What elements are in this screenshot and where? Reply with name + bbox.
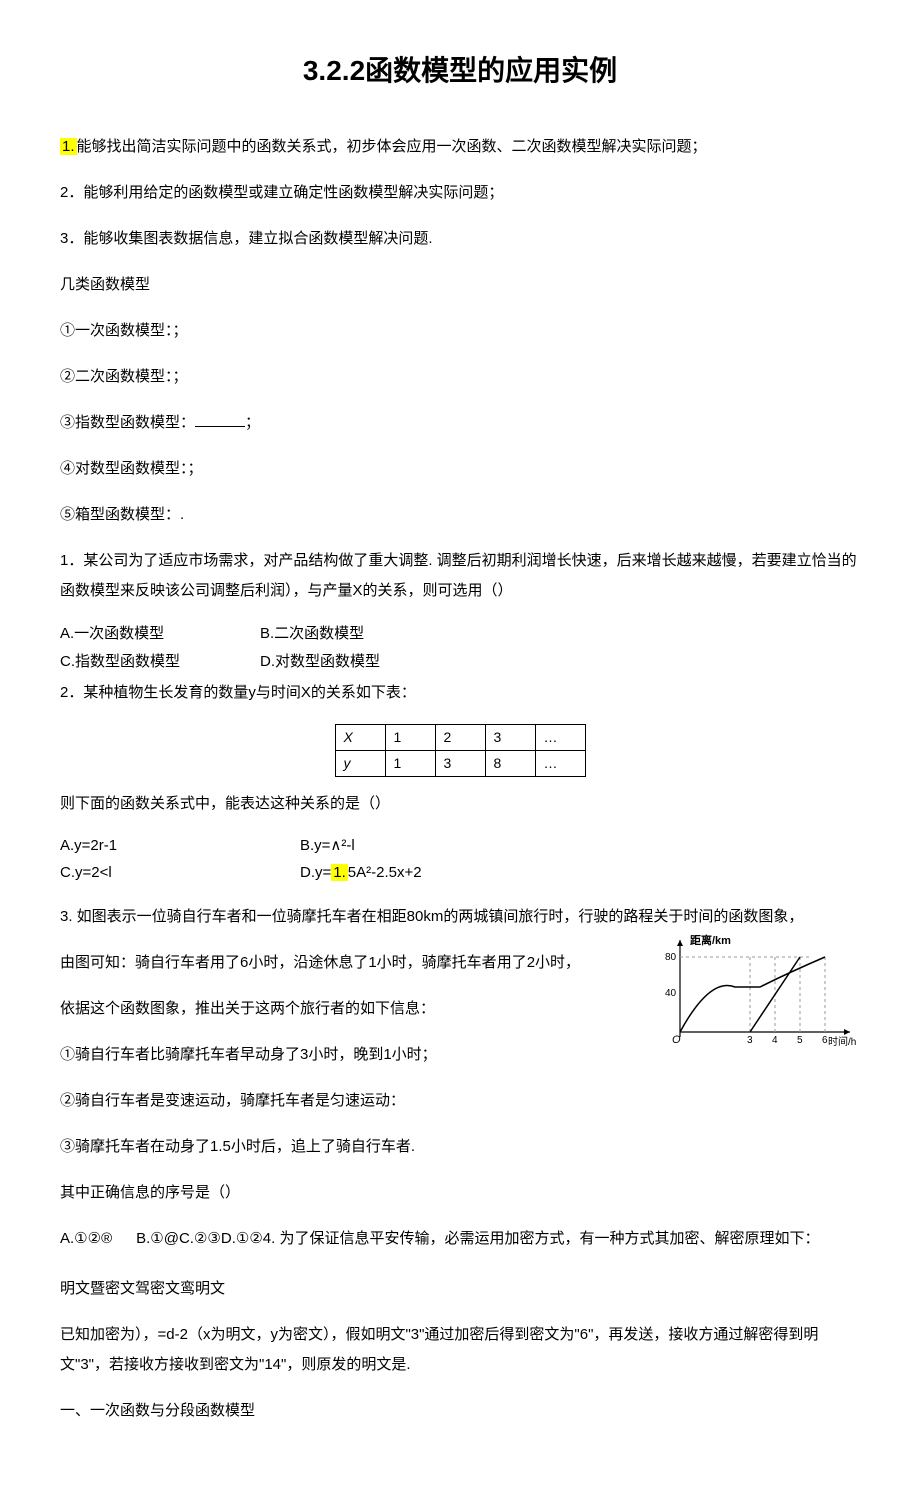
td: 8 <box>485 751 535 777</box>
model-5: ⑤箱型函数模型：. <box>60 500 860 530</box>
q2-options-row2: C.y=2<l D.y=1.5A²-2.5x+2 <box>60 862 860 885</box>
model-3-text: ③指数型函数模型： <box>60 414 195 431</box>
ylabel: 距离/km <box>690 933 731 947</box>
q1-option-b[interactable]: B.二次函数模型 <box>260 622 460 646</box>
model-2: ②二次函数模型：； <box>60 362 860 392</box>
q4-line-a: 明文暨密文驾密文鸾明文 <box>60 1274 860 1304</box>
q1-option-a[interactable]: A.一次函数模型 <box>60 622 260 646</box>
model-3-tail: ； <box>245 414 260 431</box>
td: 2 <box>435 725 485 751</box>
model-4: ④对数型函数模型：； <box>60 454 860 484</box>
xlabel: 时间/h <box>828 1035 856 1048</box>
q2-option-d[interactable]: D.y=1.5A²-2.5x+2 <box>300 862 540 885</box>
table-row: X 1 2 3 … <box>335 725 585 751</box>
q2-option-b[interactable]: B.y=∧²-l <box>300 835 540 858</box>
goal-1: 1.能够找出简洁实际问题中的函数关系式，初步体会应用一次函数、二次函数模型解决实… <box>60 132 860 162</box>
td: … <box>535 725 585 751</box>
goal-1-text: 能够找出简洁实际问题中的函数关系式，初步体会应用一次函数、二次函数模型解决实际问… <box>77 138 707 155</box>
highlight-1: 1. <box>60 138 77 155</box>
q3-line-b: 由图可知：骑自行车者用了6小时，沿途休息了1小时，骑摩托车者用了2小时， <box>60 948 600 978</box>
td: … <box>535 751 585 777</box>
q3-line-f: ③骑摩托车者在动身了1.5小时后，追上了骑自行车者. <box>60 1132 860 1162</box>
question-2b: 则下面的函数关系式中，能表达这种关系的是（） <box>60 789 860 819</box>
x5: 5 <box>797 1035 803 1046</box>
q3-line-c: 依据这个函数图象，推出关于这两个旅行者的如下信息： <box>60 994 600 1024</box>
q1-option-d[interactable]: D.对数型函数模型 <box>260 650 460 674</box>
td: 1 <box>385 751 435 777</box>
q2d-post: 5A²-2.5x+2 <box>348 864 422 881</box>
th-x: X <box>335 725 385 751</box>
y80: 80 <box>665 952 677 963</box>
x3: 3 <box>747 1035 753 1046</box>
q1-option-c[interactable]: C.指数型函数模型 <box>60 650 260 674</box>
x4: 4 <box>772 1035 778 1046</box>
models-heading: 几类函数模型 <box>60 270 860 300</box>
question-3-wrap: 3. 如图表示一位骑自行车者和一位骑摩托车者在相距80km的两城镇间旅行时，行驶… <box>60 902 860 1070</box>
q1-options-row2: C.指数型函数模型 D.对数型函数模型 <box>60 650 860 674</box>
data-table: X 1 2 3 … y 1 3 8 … <box>335 724 586 777</box>
q2-options-row1: A.y=2r-1 B.y=∧²-l <box>60 835 860 858</box>
question-2: 2．某种植物生长发育的数量y与时间X的关系如下表： <box>60 678 860 708</box>
q3-options-rest: B.①@C.②③D.①②4. 为了保证信息平安传输，必需运用加密方式，有一种方式… <box>136 1224 819 1254</box>
highlight-2: 1. <box>331 864 348 881</box>
q2-option-c[interactable]: C.y=2<l <box>60 862 300 885</box>
goal-2: 2．能够利用给定的函数模型或建立确定性函数模型解决实际问题； <box>60 178 860 208</box>
q3-option-a[interactable]: A.①②® <box>60 1224 112 1254</box>
q2-option-a[interactable]: A.y=2r-1 <box>60 835 300 858</box>
model-1: ①一次函数模型：； <box>60 316 860 346</box>
q4-line-b: 已知加密为），=d-2（x为明文，y为密文），假如明文"3"通过加密后得到密文为… <box>60 1320 860 1380</box>
x6: 6 <box>822 1035 828 1046</box>
blank-input[interactable] <box>195 412 245 427</box>
goal-3: 3．能够收集图表数据信息，建立拟合函数模型解决问题. <box>60 224 860 254</box>
origin: O <box>672 1034 681 1046</box>
question-3: 3. 如图表示一位骑自行车者和一位骑摩托车者在相距80km的两城镇间旅行时，行驶… <box>60 902 860 932</box>
section-heading: 一、一次函数与分段函数模型 <box>60 1396 860 1426</box>
q3-line-e: ②骑自行车者是变速运动，骑摩托车者是匀速运动： <box>60 1086 860 1116</box>
q2d-pre: D.y= <box>300 864 331 881</box>
q1-options-row1: A.一次函数模型 B.二次函数模型 <box>60 622 860 646</box>
table-row: y 1 3 8 … <box>335 751 585 777</box>
page-title: 3.2.2函数模型的应用实例 <box>60 50 860 92</box>
y40: 40 <box>665 988 677 999</box>
td: 3 <box>485 725 535 751</box>
question-1: 1．某公司为了适应市场需求，对产品结构做了重大调整. 调整后初期利润增长快速，后… <box>60 546 860 606</box>
q3-line-g: 其中正确信息的序号是（） <box>60 1178 860 1208</box>
th-y: y <box>335 751 385 777</box>
distance-time-graph: 距离/km 时间/h 80 40 O 3 4 5 6 <box>660 932 860 1052</box>
td: 1 <box>385 725 435 751</box>
td: 3 <box>435 751 485 777</box>
q3-line-d: ①骑自行车者比骑摩托车者早动身了3小时，晚到1小时； <box>60 1040 600 1070</box>
model-3: ③指数型函数模型： ； <box>60 408 860 438</box>
q3-options: A.①②® B.①@C.②③D.①②4. 为了保证信息平安传输，必需运用加密方式… <box>60 1224 860 1254</box>
